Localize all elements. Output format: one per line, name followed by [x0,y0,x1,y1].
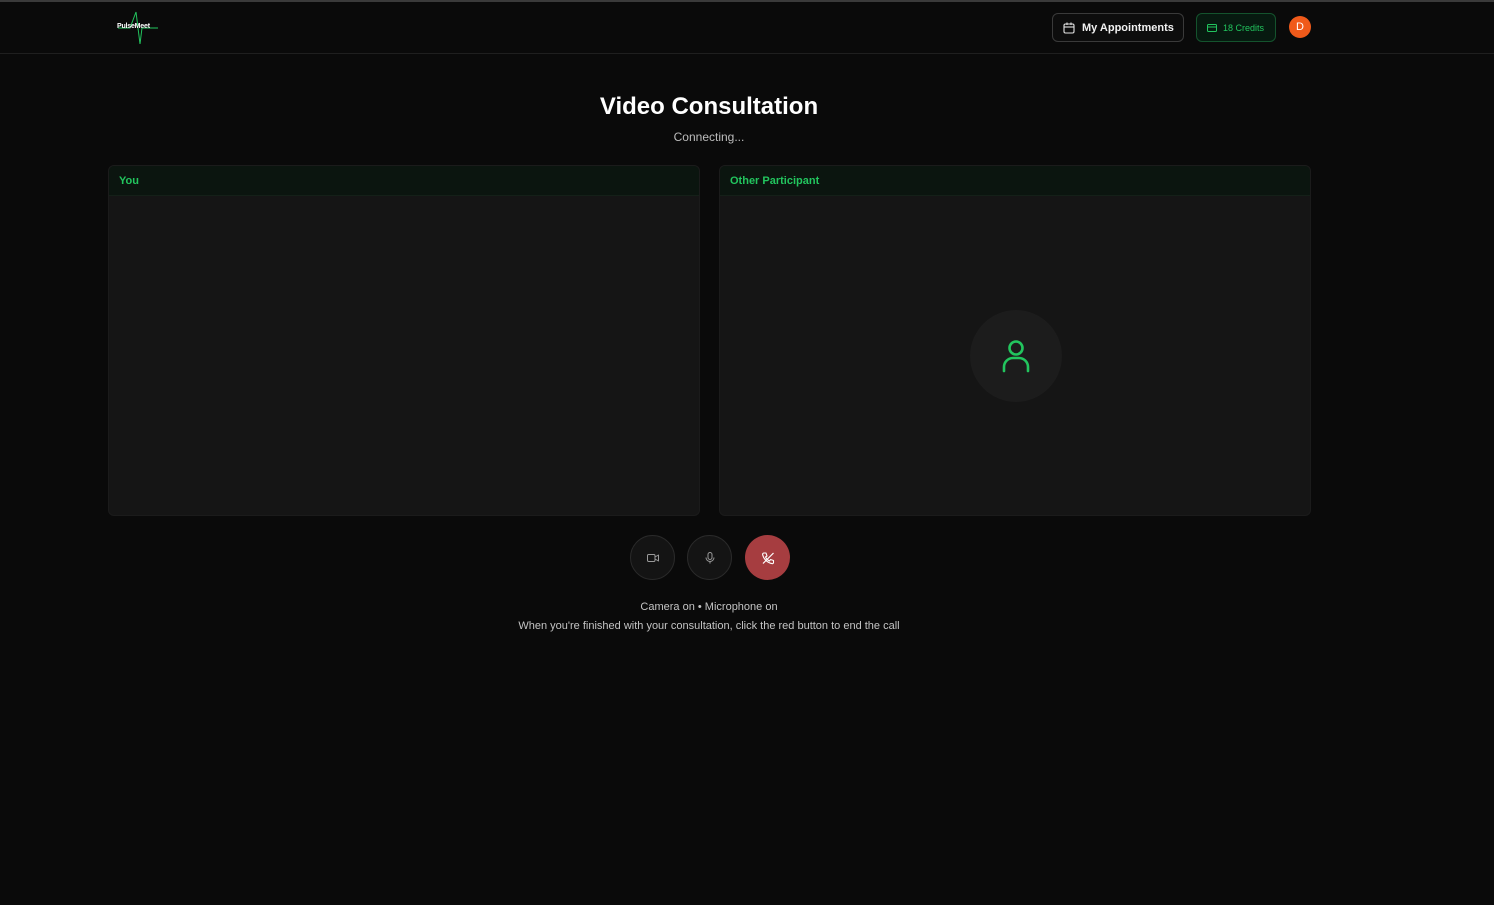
remote-video-label: Other Participant [720,166,1310,196]
microphone-icon [705,551,714,563]
local-video-label: You [109,166,699,196]
top-navbar: PulseMeet My Appointments 18 Credits D [0,2,1494,54]
user-avatar[interactable]: D [1289,16,1311,38]
credit-card-icon [1207,23,1217,32]
pulsemeet-logo[interactable]: PulseMeet [116,10,160,46]
media-status-text: Camera on • Microphone on [640,601,778,613]
remote-video-panel: Other Participant [719,165,1311,516]
video-camera-icon [646,553,659,562]
credits-label: 18 Credits [1223,22,1265,33]
microphone-toggle-button[interactable] [687,535,732,580]
credits-button[interactable]: 18 Credits [1196,13,1276,42]
connection-status: Connecting... [673,130,745,144]
participant-placeholder [970,310,1062,402]
my-appointments-label: My Appointments [1082,21,1174,34]
calendar-icon [1063,22,1075,34]
my-appointments-button[interactable]: My Appointments [1052,13,1184,42]
page-title: Video Consultation [599,93,819,120]
logo-text: PulseMeet [117,23,150,30]
camera-toggle-button[interactable] [630,535,675,580]
end-call-hint: When you're finished with your consultat… [518,620,900,632]
local-video-panel: You [108,165,700,516]
end-call-button[interactable] [745,535,790,580]
phone-off-icon [761,551,774,564]
user-icon [1002,340,1030,373]
